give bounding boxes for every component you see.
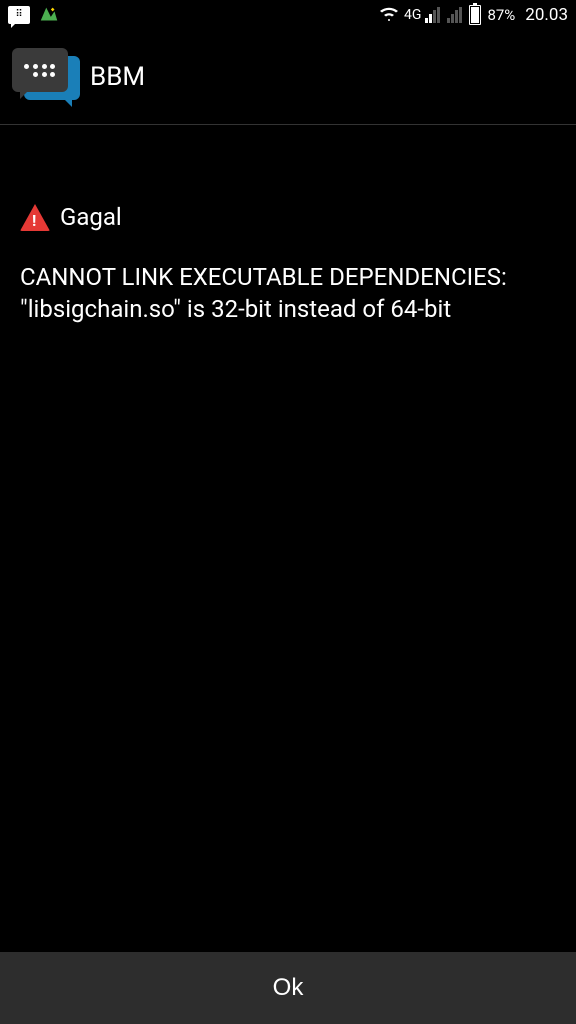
signal-1-icon [425, 7, 440, 23]
signal-2-icon [447, 7, 462, 23]
status-bar-right: 4G 87% 20.03 [378, 4, 568, 27]
app-title: BBM [90, 62, 145, 92]
battery-percent-label: 87% [487, 6, 515, 24]
status-bar-left [8, 4, 60, 26]
bbm-notification-icon [8, 4, 30, 26]
clock-label: 20.03 [525, 5, 568, 25]
error-dialog-content: Gagal CANNOT LINK EXECUTABLE DEPENDENCIE… [0, 125, 576, 354]
battery-icon [469, 5, 481, 25]
error-header: Gagal [20, 203, 556, 231]
bbm-app-icon [12, 48, 80, 106]
wifi-icon [378, 4, 400, 27]
star-notification-icon [38, 4, 60, 26]
network-type-label: 4G [404, 7, 421, 23]
ok-button-label: Ok [273, 974, 304, 1002]
warning-icon [20, 204, 50, 231]
status-bar: 4G 87% 20.03 [0, 0, 576, 30]
app-header: BBM [0, 30, 576, 125]
ok-button[interactable]: Ok [0, 952, 576, 1024]
error-message: CANNOT LINK EXECUTABLE DEPENDENCIES: "li… [20, 261, 556, 326]
error-title: Gagal [60, 203, 122, 231]
